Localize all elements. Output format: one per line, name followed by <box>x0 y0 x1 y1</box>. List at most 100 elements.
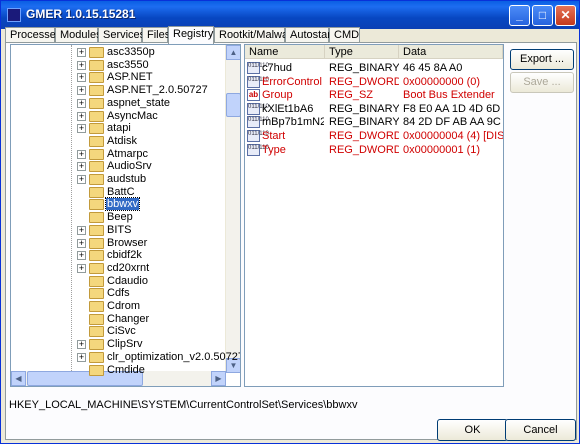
registry-tree[interactable]: ▲ ▼ ◀ ▶ + asc3350p + asc3550 + ASP.NET + ASP.NE… <box>10 44 241 387</box>
gmer-window: GMER 1.0.15.15281 _ □ ✕ Processes Module… <box>0 0 580 444</box>
expand-icon[interactable]: + <box>77 162 86 172</box>
list-row[interactable]: 011/110 kXlEt1bA6 REG_BINARY F8 E0 AA 1D 4D… <box>245 102 503 116</box>
cell-data: 0x00000000 (0) <box>403 75 481 88</box>
expand-icon[interactable]: + <box>77 111 86 121</box>
tab-autostart[interactable]: Autostart <box>285 27 334 43</box>
column-header-name[interactable]: Name <box>245 45 325 59</box>
tree-item[interactable]: + asc3550 <box>11 59 226 72</box>
folder-icon <box>89 339 104 351</box>
tree-item-label: cd20xrnt <box>107 261 150 274</box>
expand-icon[interactable]: + <box>77 86 86 96</box>
tree-item[interactable]: + clr_optimization_v2.0.50727_32 <box>11 351 240 364</box>
tree-item-label: Cmdide <box>107 363 145 376</box>
tree-item[interactable]: Atdisk <box>11 135 226 148</box>
tree-item[interactable]: bbwxv <box>11 197 226 212</box>
cell-name: ErrorControl <box>262 75 322 88</box>
tab-processes[interactable]: Processes <box>5 27 61 43</box>
folder-icon <box>89 364 104 376</box>
folder-icon <box>89 186 104 198</box>
tree-item[interactable]: Changer <box>11 313 226 326</box>
scroll-thumb[interactable] <box>226 93 240 117</box>
tree-item[interactable]: + ClipSrv <box>11 338 226 351</box>
expand-icon[interactable]: + <box>77 352 86 362</box>
tree-item-label: Browser <box>107 236 148 249</box>
folder-icon <box>89 313 104 325</box>
tree-item[interactable]: + asc3350p <box>11 46 226 59</box>
folder-icon <box>89 85 104 97</box>
tree-item[interactable]: + ASP.NET <box>11 71 226 84</box>
tree-vertical-scrollbar[interactable]: ▲ ▼ <box>225 45 240 373</box>
list-row[interactable]: 011/110 ErrorControl REG_DWORD 0x00000000 (… <box>245 75 503 89</box>
export-button[interactable]: Export ... <box>510 49 574 70</box>
tree-item[interactable]: Cdrom <box>11 300 226 313</box>
tree-item[interactable]: Beep <box>11 211 226 224</box>
list-row[interactable]: 011/110 Type REG_DWORD 0x00000001 (1) <box>245 143 503 157</box>
list-row[interactable]: 011/110 c7hud REG_BINARY 46 45 8A A0 <box>245 61 503 75</box>
tab-modules[interactable]: Modules <box>55 27 102 43</box>
list-row[interactable]: 011/110 mBp7b1mN2 REG_BINARY 84 2D DF AB AA… <box>245 115 503 129</box>
tree-item[interactable]: + Atmarpc <box>11 148 226 161</box>
tree-item[interactable]: + atapi <box>11 122 226 135</box>
tree-item[interactable]: + ASP.NET_2.0.50727 <box>11 84 226 97</box>
expand-icon[interactable]: + <box>77 48 86 57</box>
column-header-data[interactable]: Data <box>399 45 503 59</box>
tree-item[interactable]: + AudioSrv <box>11 160 226 173</box>
list-row[interactable]: ab Group REG_SZ Boot Bus Extender <box>245 88 503 102</box>
expand-icon[interactable]: + <box>77 263 86 273</box>
minimize-button[interactable]: _ <box>509 5 530 26</box>
tab-cmd[interactable]: CMD <box>329 27 360 43</box>
ok-button[interactable]: OK <box>437 419 508 441</box>
maximize-button[interactable]: □ <box>532 5 553 26</box>
expand-icon[interactable]: + <box>77 251 86 261</box>
tree-item-label: CiSvc <box>107 325 136 338</box>
tree-item-label: aspnet_state <box>107 96 170 109</box>
tree-item[interactable]: + Browser <box>11 237 226 250</box>
tab-registry[interactable]: Registry <box>168 26 214 44</box>
tree-item[interactable]: + cbidf2k <box>11 249 226 262</box>
tree-item[interactable]: Cdaudio <box>11 275 226 288</box>
folder-icon <box>89 250 104 262</box>
title-bar[interactable]: GMER 1.0.15.15281 _ □ ✕ <box>1 1 579 29</box>
tree-item[interactable]: + aspnet_state <box>11 97 226 110</box>
tree-item[interactable]: BattC <box>11 186 226 199</box>
expand-icon[interactable]: + <box>77 225 86 235</box>
expand-icon[interactable]: + <box>77 175 86 184</box>
cell-data: Boot Bus Extender <box>403 89 495 102</box>
expand-icon[interactable]: + <box>77 98 86 108</box>
registry-values-list[interactable]: Name Type Data 011/110 c7hud REG_BINARY 46 … <box>244 44 504 387</box>
tree-item-label: Atdisk <box>107 134 137 147</box>
expand-icon[interactable]: + <box>77 124 86 134</box>
tab-services[interactable]: Services <box>98 27 145 43</box>
cancel-button[interactable]: Cancel <box>505 419 576 441</box>
cell-type: REG_DWORD <box>329 143 399 156</box>
expand-icon[interactable]: + <box>77 73 86 83</box>
close-button[interactable]: ✕ <box>555 5 576 26</box>
tree-item[interactable]: Cmdide <box>11 364 226 377</box>
expand-icon[interactable]: + <box>77 60 86 70</box>
tree-item-label: ClipSrv <box>107 338 143 351</box>
folder-icon <box>89 275 104 287</box>
cell-type: REG_BINARY <box>329 102 399 115</box>
tree-item[interactable]: + AsyncMac <box>11 110 226 123</box>
tab-files[interactable]: Files <box>142 27 170 43</box>
scroll-up-icon[interactable]: ▲ <box>226 45 240 60</box>
tree-item[interactable]: CiSvc <box>11 325 226 338</box>
list-row[interactable]: 011/110 Start REG_DWORD 0x00000004 (4) [DIS… <box>245 129 503 143</box>
folder-icon <box>89 59 104 71</box>
tree-item[interactable]: + BITS <box>11 224 226 237</box>
tree-item[interactable]: + cd20xrnt <box>11 262 226 275</box>
column-header-type[interactable]: Type <box>325 45 399 59</box>
folder-icon <box>89 110 104 122</box>
expand-icon[interactable]: + <box>77 238 86 248</box>
cell-name: Group <box>262 89 293 102</box>
tree-item[interactable]: Cdfs <box>11 287 226 300</box>
list-header: Name Type Data <box>245 45 503 59</box>
cell-type: REG_BINARY <box>329 62 399 74</box>
expand-icon[interactable]: + <box>77 340 86 350</box>
cell-name: kXlEt1bA6 <box>262 102 314 115</box>
tab-rootkit-malware[interactable]: Rootkit/Malware <box>214 27 298 43</box>
expand-icon[interactable]: + <box>77 149 86 159</box>
reg-binary-icon: 011/110 <box>247 62 269 74</box>
tree-item[interactable]: + audstub <box>11 173 226 186</box>
cell-name: Start <box>262 130 286 142</box>
